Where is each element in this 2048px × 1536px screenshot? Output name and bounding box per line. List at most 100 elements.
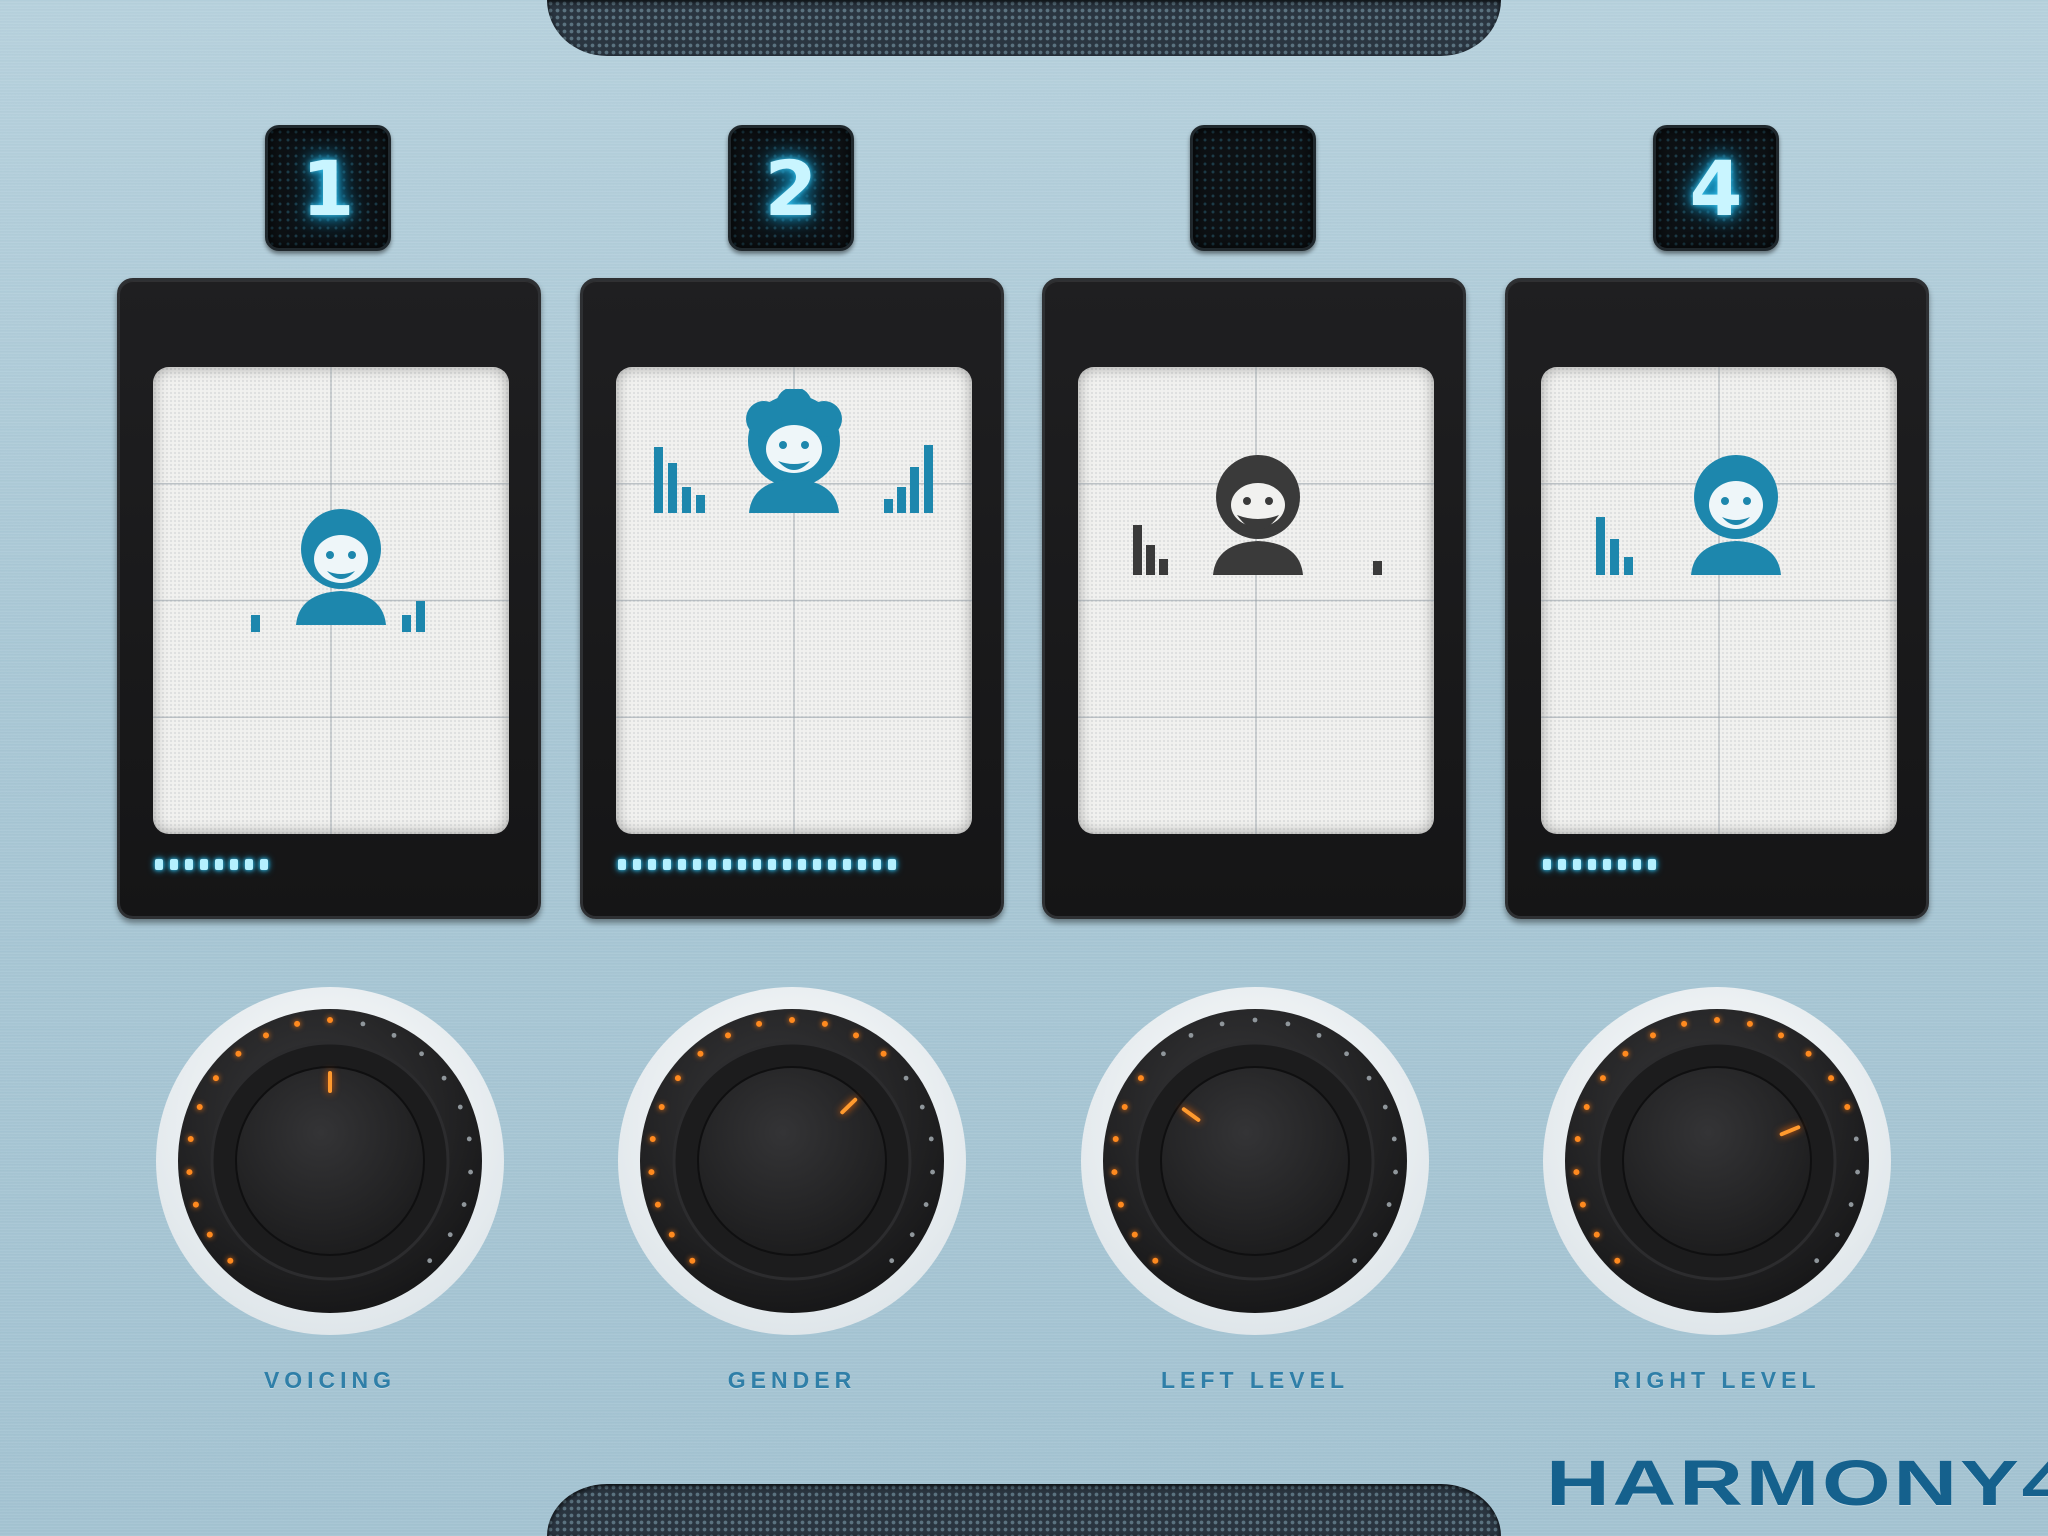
voice-1-xy-pad[interactable] <box>153 367 509 834</box>
gender-tick-dot <box>756 1020 763 1027</box>
right-level-tick-dot <box>1593 1231 1600 1238</box>
voice-2-panel[interactable] <box>580 278 1004 919</box>
left-level-tick-dot <box>1161 1051 1166 1057</box>
left-level-tick-dot <box>1112 1135 1119 1142</box>
voicing-knob-cap[interactable] <box>235 1066 425 1256</box>
right-level-tick-dot <box>1814 1258 1820 1264</box>
gender-tick-dot <box>853 1032 860 1039</box>
voice-4-xy-pad[interactable] <box>1541 367 1897 834</box>
voicing-tick-dot <box>187 1135 194 1142</box>
voice-4-panel[interactable] <box>1505 278 1929 919</box>
right-level-tick-dot <box>1681 1020 1688 1027</box>
voice-1-level-meter <box>155 859 268 870</box>
bottom-speaker-grille <box>547 1484 1501 1536</box>
left-level-tick-dot <box>1316 1032 1322 1038</box>
level-dot <box>678 859 686 870</box>
voice-3-singer-icon[interactable] <box>1133 453 1383 583</box>
level-dot <box>858 859 866 870</box>
right-level-tick-dot <box>1855 1169 1860 1175</box>
level-dot <box>708 859 716 870</box>
voice-4-pad-grid <box>1541 367 1897 834</box>
right-level-tick-dot <box>1828 1075 1835 1082</box>
left-level-tick-dot <box>1391 1136 1397 1142</box>
gender-tick-dot <box>903 1075 909 1081</box>
right-level-tick-dot <box>1614 1257 1621 1264</box>
voicing-tick-dot <box>212 1075 219 1082</box>
level-dot <box>768 859 776 870</box>
level-dot <box>753 859 761 870</box>
level-dot <box>1603 859 1611 870</box>
gender-tick-dot <box>930 1169 935 1175</box>
level-dot <box>618 859 626 870</box>
voice-3-pad-grid <box>1078 367 1434 834</box>
voice-3-xy-pad[interactable] <box>1078 367 1434 834</box>
voice-1-panel[interactable] <box>117 278 541 919</box>
level-dot <box>633 859 641 870</box>
voice-2-singer-icon[interactable] <box>654 389 934 524</box>
right-level-tick-dot <box>1848 1202 1854 1207</box>
gender-knob-graphic[interactable] <box>614 983 970 1339</box>
left-level-knob-graphic[interactable] <box>1077 983 1433 1339</box>
gender-knob-cap[interactable] <box>697 1066 887 1256</box>
gender-knob[interactable] <box>614 983 970 1339</box>
level-dot <box>1573 859 1581 870</box>
level-dot <box>1558 859 1566 870</box>
right-level-tick-dot <box>1805 1050 1812 1057</box>
level-dot <box>843 859 851 870</box>
level-dot <box>1648 859 1656 870</box>
voicing-tick-dot <box>427 1258 433 1264</box>
voice-2-number-badge[interactable]: 2 <box>728 125 854 251</box>
voicing-tick-dot <box>196 1104 203 1111</box>
right-level-knob-graphic[interactable] <box>1539 983 1895 1339</box>
right-level-tick-dot <box>1574 1135 1581 1142</box>
level-dot <box>200 859 208 870</box>
voice-4-singer-icon[interactable] <box>1596 453 1836 583</box>
gender-tick-dot <box>648 1169 655 1176</box>
voicing-knob[interactable] <box>152 983 508 1339</box>
voice-4-number: 4 <box>1689 143 1743 233</box>
voicing-tick-dot <box>447 1232 453 1238</box>
voicing-tick-dot <box>227 1257 234 1264</box>
level-dot <box>1633 859 1641 870</box>
level-dot <box>648 859 656 870</box>
gender-tick-dot <box>658 1104 665 1111</box>
voice-2-xy-pad[interactable] <box>616 367 972 834</box>
voice-3-number-badge[interactable] <box>1190 125 1316 251</box>
right-level-tick-dot <box>1714 1017 1720 1023</box>
left-level-tick-dot <box>1188 1032 1194 1038</box>
right-level-tick-dot <box>1853 1136 1859 1142</box>
level-dot <box>798 859 806 870</box>
voice-4-number-badge[interactable]: 4 <box>1653 125 1779 251</box>
top-speaker-grille <box>547 0 1501 56</box>
voicing-tick-dot <box>468 1169 473 1175</box>
voice-3-panel[interactable] <box>1042 278 1466 919</box>
voicing-tick-dot <box>360 1021 366 1027</box>
left-level-knob-cap[interactable] <box>1160 1066 1350 1256</box>
right-level-tick-dot <box>1844 1104 1851 1111</box>
voicing-tick-dot <box>391 1032 397 1038</box>
voicing-knob-graphic[interactable] <box>152 983 508 1339</box>
left-level-tick-dot <box>1285 1021 1291 1027</box>
right-level-tick-dot <box>1834 1232 1840 1238</box>
voicing-tick-dot <box>262 1032 269 1039</box>
left-level-tick-dot <box>1393 1169 1398 1175</box>
right-level-knob-cap[interactable] <box>1622 1066 1812 1256</box>
level-dot <box>1543 859 1551 870</box>
left-level-tick-dot <box>1366 1075 1372 1081</box>
voicing-tick-dot <box>441 1075 447 1081</box>
left-level-knob[interactable] <box>1077 983 1433 1339</box>
right-level-knob[interactable] <box>1539 983 1895 1339</box>
left-level-tick-dot <box>1382 1104 1388 1110</box>
voice-1-singer-icon[interactable] <box>251 507 431 637</box>
voicing-label: VOICING <box>263 1367 397 1393</box>
gender-tick-dot <box>880 1050 887 1057</box>
level-dot <box>170 859 178 870</box>
voice-1-number-badge[interactable]: 1 <box>265 125 391 251</box>
left-level-tick-dot <box>1386 1202 1392 1207</box>
level-dot <box>245 859 253 870</box>
left-level-tick-dot <box>1252 1017 1258 1023</box>
gender-tick-dot <box>919 1104 925 1110</box>
level-dot <box>888 859 896 870</box>
left-level-tick-dot <box>1131 1231 1138 1238</box>
voicing-tick-dot <box>235 1050 242 1057</box>
